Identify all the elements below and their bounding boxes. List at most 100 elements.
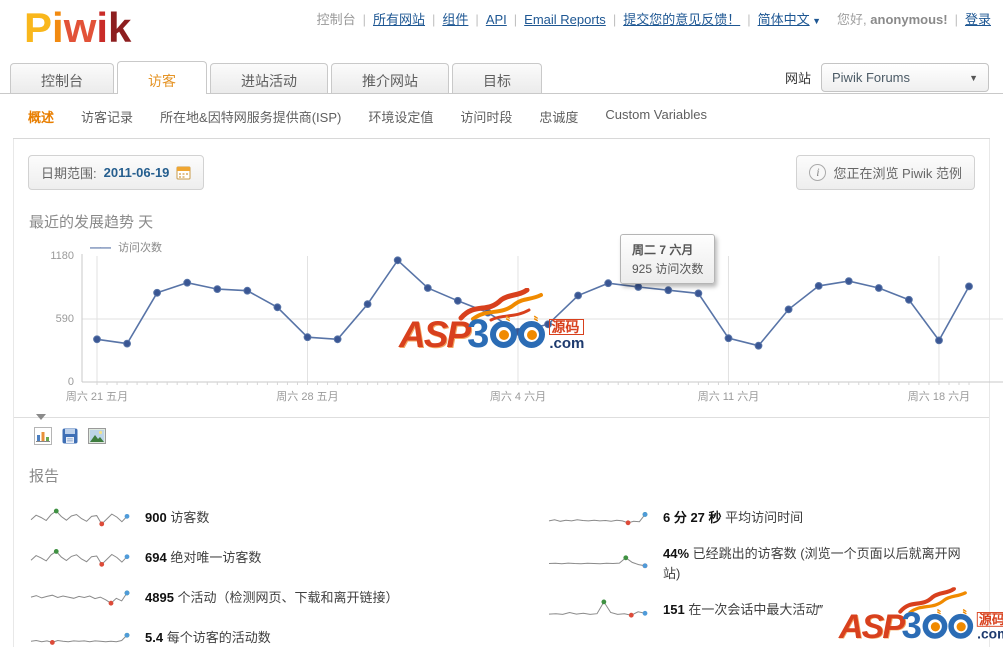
export-icon[interactable] xyxy=(61,427,79,445)
main-tabs: 控制台 访客 进站活动 推介网站 目标 网站 Piwik Forums ▼ xyxy=(0,59,1003,94)
report-item-text: 4895 个活动（检测网页、下载和离开链接） xyxy=(145,589,399,605)
date-range-selector[interactable]: 日期范围: 2011-06-19 xyxy=(28,155,205,190)
username: anonymous! xyxy=(870,12,948,27)
chevron-down-icon: ▼ xyxy=(969,72,978,83)
chart-buttons xyxy=(34,427,989,445)
nav-separator: | xyxy=(747,12,751,27)
report-item-text: 6 分 27 秒 平均访问时间 xyxy=(663,509,804,525)
report-item-max-actions[interactable]: 151 在一次会话中最大活动‴ xyxy=(546,596,975,623)
report-columns: 900 访客数 694 绝对唯一访客数 4895 个活动（检测网页、下载和离开链接）… xyxy=(28,504,975,647)
tab-actions[interactable]: 进站活动 xyxy=(210,63,328,93)
nav-separator: | xyxy=(432,12,436,27)
reports-column-left: 900 访客数 694 绝对唯一访客数 4895 个活动（检测网页、下载和离开链接）… xyxy=(28,504,546,647)
chart-section-title: 最近的发展趋势 天 xyxy=(29,214,154,231)
report-item-bounce-rate[interactable]: 44% 已经跳出的访客数 (浏览一个页面以后就离开网站) xyxy=(546,544,975,583)
top-nav: 控制台 | 所有网站 | 组件 | API | Email Reports | 提交您的意见反馈！ |… xyxy=(317,9,991,28)
tab-visitors[interactable]: 访客 xyxy=(117,61,207,94)
piwik-logo[interactable]: Piwik xyxy=(24,4,131,52)
report-item-visits[interactable]: 900 访客数 xyxy=(28,504,546,531)
y-axis-label: 0 xyxy=(67,376,74,388)
report-item-text: 900 访客数 xyxy=(145,509,210,525)
tooltip-value: 925 访问次数 xyxy=(632,262,704,276)
report-item-value: 900 xyxy=(145,509,167,525)
image-icon[interactable] xyxy=(88,427,106,445)
report-item-text: 44% 已经跳出的访客数 (浏览一个页面以后就离开网站) xyxy=(663,546,961,581)
sparkline xyxy=(30,508,130,527)
site-selector-box: 网站 Piwik Forums ▼ xyxy=(785,63,989,92)
x-axis-label: 周六 21 五月 xyxy=(65,391,129,403)
trend-line-chart[interactable] xyxy=(78,252,1003,404)
date-range-label: 日期范围: xyxy=(41,166,97,181)
nav-separator: | xyxy=(612,12,617,27)
greeting-text: 您好, xyxy=(837,12,867,27)
nav-separator: | xyxy=(475,12,479,27)
tab-referrers[interactable]: 推介网站 xyxy=(331,63,449,93)
sparkline xyxy=(30,590,130,606)
site-label: 网站 xyxy=(784,71,811,86)
report-item-text: 151 在一次会话中最大活动‴ xyxy=(663,601,823,617)
report-item-avg-time[interactable]: 6 分 27 秒 平均访问时间 xyxy=(546,504,975,531)
sub-nav: 概述 访客记录 所在地&因特网服务提供商(ISP) 环境设定值 访问时段 忠诚度 Custo… xyxy=(13,94,990,138)
calendar-icon xyxy=(176,166,191,180)
nav-item-api[interactable]: API xyxy=(486,12,507,27)
info-icon: i xyxy=(809,164,827,181)
subnav-item-locations-provider[interactable]: 所在地&因特网服务提供商(ISP) xyxy=(160,107,341,126)
nav-item-language[interactable]: 简体中文 xyxy=(758,12,810,27)
chart-tooltip: 周二 7 六月 925 访问次数 xyxy=(620,234,716,284)
nav-separator: | xyxy=(954,12,958,27)
tab-goals[interactable]: 目标 xyxy=(452,63,542,93)
nav-item-widgets[interactable]: 组件 xyxy=(442,12,468,27)
demo-notice-text: 您正在浏览 Piwik 范例 xyxy=(833,166,962,181)
reports-title: 报告 xyxy=(29,468,60,485)
demo-notice[interactable]: i 您正在浏览 Piwik 范例 xyxy=(796,155,975,190)
subnav-item-visitor-log[interactable]: 访客记录 xyxy=(81,107,133,126)
report-item-unique-visitors[interactable]: 694 绝对唯一访客数 xyxy=(28,544,546,571)
nav-item-email-reports[interactable]: Email Reports xyxy=(524,12,606,27)
header: Piwik 控制台 | 所有网站 | 组件 | API | Email Reports | 提交您的… xyxy=(0,0,1003,59)
report-item-actions[interactable]: 4895 个活动（检测网页、下载和离开链接） xyxy=(28,584,546,611)
subnav-item-times[interactable]: 访问时段 xyxy=(460,107,512,126)
reports-section: 报告 900 访客数 694 绝对唯一访客数 4895 个活动（检测网页、下载和离开… xyxy=(28,465,975,647)
nav-item-feedback[interactable]: 提交您的意见反馈！ xyxy=(623,12,740,27)
sparkline xyxy=(548,599,648,618)
visits-trend-chart: —— 访问次数 周二 7 六月 925 访问次数 0 590 1180 周六 21 五… xyxy=(28,234,1003,410)
x-axis-label: 周六 4 六月 xyxy=(489,391,547,403)
subnav-item-loyalty[interactable]: 忠诚度 xyxy=(539,107,578,126)
logo-letter: w xyxy=(63,4,97,51)
export-caret-icon xyxy=(36,414,46,420)
logo-letter: i xyxy=(52,4,64,51)
chart-footer-divider xyxy=(14,417,989,418)
reports-column-right: 6 分 27 秒 平均访问时间 44% 已经跳出的访客数 (浏览一个页面以后就离开… xyxy=(546,504,975,647)
nav-item-dashboard: 控制台 xyxy=(316,12,356,27)
report-item-value: 44% xyxy=(663,546,690,561)
bar-chart-icon[interactable] xyxy=(34,427,52,445)
subnav-item-overview[interactable]: 概述 xyxy=(28,107,54,126)
sparkline xyxy=(548,555,648,569)
subnav-wrap: 概述 访客记录 所在地&因特网服务提供商(ISP) 环境设定值 访问时段 忠诚度 Custo… xyxy=(13,94,990,139)
nav-separator: | xyxy=(362,12,366,27)
report-item-actions-per-visit[interactable]: 5.4 每个访客的活动数 xyxy=(28,624,546,647)
sparkline xyxy=(548,512,648,526)
logo-letter: P xyxy=(24,4,53,51)
report-item-value: 5.4 xyxy=(145,629,164,645)
logo-letter: i xyxy=(96,4,109,51)
x-axis-label: 周六 28 五月 xyxy=(276,391,339,403)
report-item-value: 4895 xyxy=(145,589,174,605)
subnav-item-custom-variables[interactable]: Custom Variables xyxy=(605,107,707,126)
report-item-text: 5.4 每个访客的活动数 xyxy=(145,629,271,645)
report-item-text: 694 绝对唯一访客数 xyxy=(145,549,262,565)
tooltip-date: 周二 7 六月 xyxy=(632,243,694,257)
report-item-value: 151 xyxy=(663,601,685,617)
logo-letter: k xyxy=(108,4,132,51)
y-axis-label: 590 xyxy=(55,313,74,325)
content: 日期范围: 2011-06-19 i 您正在浏览 Piwik 范例 最近的发展趋… xyxy=(13,139,1003,647)
login-link[interactable]: 登录 xyxy=(965,12,991,27)
subnav-item-settings[interactable]: 环境设定值 xyxy=(368,107,433,126)
site-select-dropdown[interactable]: Piwik Forums ▼ xyxy=(821,63,989,92)
tab-dashboard[interactable]: 控制台 xyxy=(10,63,114,93)
y-axis-label: 1180 xyxy=(50,250,74,262)
nav-item-all-websites[interactable]: 所有网站 xyxy=(373,12,425,27)
nav-separator: | xyxy=(513,12,518,27)
sparkline xyxy=(30,632,130,645)
sparkline xyxy=(30,549,130,567)
